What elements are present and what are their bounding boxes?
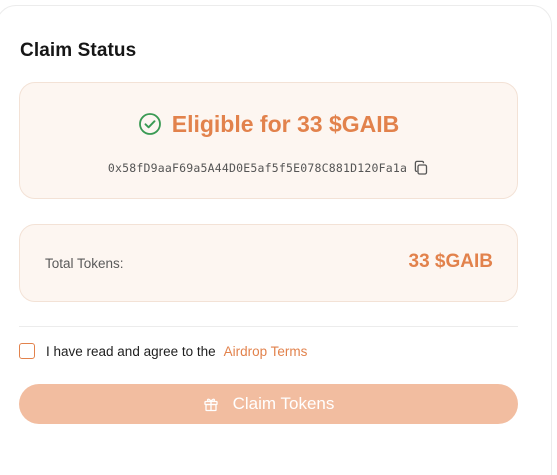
- divider: [19, 326, 518, 327]
- agree-text: I have read and agree to the: [46, 343, 216, 359]
- wallet-address: 0x58fD9aaF69a5A44D0E5af5f5E078C881D120Fa…: [107, 161, 408, 175]
- agree-checkbox[interactable]: [19, 343, 35, 359]
- eligibility-text: Eligible for 33 $GAIB: [171, 110, 400, 137]
- copy-icon[interactable]: [413, 160, 429, 176]
- total-tokens-label: Total Tokens:: [45, 256, 124, 271]
- page-title: Claim Status: [20, 40, 137, 61]
- total-tokens-card: Total Tokens: 33 $GAIB: [19, 224, 518, 302]
- eligibility-card: Eligible for 33 $GAIB 0x58fD9aaF69a5A44D…: [19, 82, 518, 199]
- gift-icon: [203, 396, 219, 412]
- eligibility-row: Eligible for 33 $GAIB: [20, 109, 517, 139]
- total-tokens-value: 33 $GAIB: [408, 251, 493, 272]
- airdrop-terms-link[interactable]: Airdrop Terms: [224, 344, 308, 359]
- check-circle-icon: [138, 112, 162, 136]
- agreement-row: I have read and agree to the Airdrop Ter…: [19, 342, 307, 360]
- claim-button-label: Claim Tokens: [232, 394, 335, 413]
- claim-tokens-button[interactable]: Claim Tokens: [19, 384, 518, 424]
- address-row: 0x58fD9aaF69a5A44D0E5af5f5E078C881D120Fa…: [20, 159, 517, 177]
